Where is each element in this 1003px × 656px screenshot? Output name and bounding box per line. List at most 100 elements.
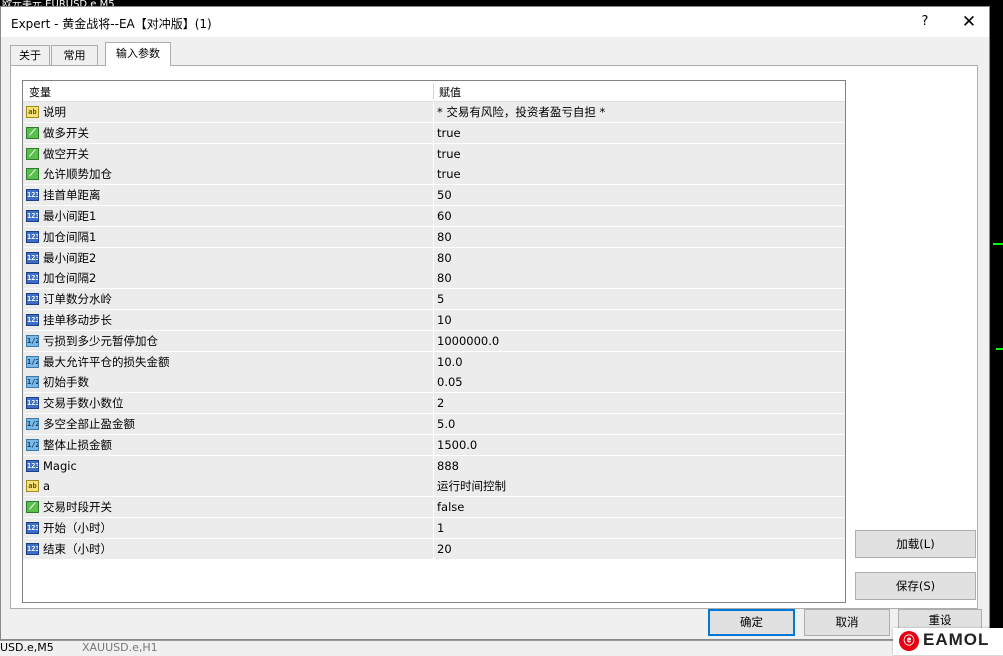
param-name-cell[interactable]: 123 挂首单距离	[23, 185, 433, 206]
param-row[interactable]: 123 加仓间隔1 80	[23, 226, 845, 248]
header-value[interactable]: 赋值	[439, 84, 461, 100]
param-row[interactable]: 123 最小间距2 80	[23, 247, 845, 269]
param-value-cell[interactable]: 10	[434, 309, 845, 330]
param-row[interactable]: 123 挂首单距离 50	[23, 185, 845, 206]
tab-common[interactable]: 常用	[51, 45, 98, 65]
cancel-button[interactable]: 取消	[804, 609, 890, 636]
param-value-cell[interactable]: false	[434, 497, 845, 518]
chart-tab-xauusd[interactable]: XAUUSD.e,H1	[82, 641, 158, 654]
param-row[interactable]: 123 加仓间隔2 80	[23, 268, 845, 290]
param-value-cell[interactable]: 运行时间控制	[434, 476, 845, 497]
param-name-cell[interactable]: 123 结束（小时）	[23, 538, 433, 559]
header-variable[interactable]: 变量	[29, 84, 51, 100]
param-name-cell[interactable]: 1/2 初始手数	[23, 372, 433, 393]
param-value-cell[interactable]: 80	[434, 226, 845, 247]
input-parameters-grid[interactable]: 变量 赋值 ab 说明 * 交易有风险，投资者盈亏自担 * ⟋ 做多开关 true ⟋ 做空开…	[22, 80, 846, 603]
param-value-cell[interactable]: 60	[434, 205, 845, 226]
param-value-cell[interactable]: 50	[434, 185, 845, 206]
param-value-cell[interactable]: 5.0	[434, 413, 845, 434]
param-value-cell[interactable]: 80	[434, 247, 845, 268]
param-row[interactable]: 123 开始（小时） 1	[23, 517, 845, 539]
param-value: 5	[437, 292, 445, 307]
param-name: a	[43, 479, 51, 494]
param-row[interactable]: ab a 运行时间控制	[23, 476, 845, 498]
param-row[interactable]: 1/2 多空全部止盈金额 5.0	[23, 413, 845, 435]
param-row[interactable]: 123 最小间距1 60	[23, 205, 845, 227]
param-value-cell[interactable]: 10.0	[434, 351, 845, 372]
eamol-logo: ⓔ EAMOL	[893, 628, 1003, 655]
help-button[interactable]: ?	[913, 11, 937, 33]
tab-about[interactable]: 关于	[10, 45, 50, 65]
param-value-cell[interactable]: 20	[434, 538, 845, 559]
int-param-icon: 123	[26, 251, 39, 264]
param-value: 运行时间控制	[437, 479, 506, 494]
param-name-cell[interactable]: 123 Magic	[23, 455, 433, 476]
param-value-cell[interactable]: true	[434, 143, 845, 164]
param-value-cell[interactable]: true	[434, 122, 845, 143]
param-name-cell[interactable]: ab 说明	[23, 102, 433, 122]
param-value: 888	[437, 458, 459, 473]
param-name-cell[interactable]: 1/2 亏损到多少元暂停加仓	[23, 330, 433, 351]
param-value-cell[interactable]: 1	[434, 517, 845, 538]
param-name-cell[interactable]: 123 最小间距1	[23, 205, 433, 226]
param-value-cell[interactable]: 888	[434, 455, 845, 476]
string-param-icon: ab	[26, 480, 39, 493]
param-row[interactable]: 1/2 亏损到多少元暂停加仓 1000000.0	[23, 330, 845, 352]
param-name-cell[interactable]: ⟋ 做多开关	[23, 122, 433, 143]
tab-inputs[interactable]: 输入参数	[105, 42, 171, 66]
param-row[interactable]: ⟋ 做空开关 true	[23, 143, 845, 165]
param-row[interactable]: 123 结束（小时） 20	[23, 538, 845, 560]
param-row[interactable]: ⟋ 允许顺势加仓 true	[23, 164, 845, 186]
param-name-cell[interactable]: 1/2 多空全部止盈金额	[23, 413, 433, 434]
int-param-icon: 123	[26, 230, 39, 243]
header-separator[interactable]	[433, 83, 434, 99]
bool-param-icon: ⟋	[26, 126, 39, 139]
param-value-cell[interactable]: 80	[434, 268, 845, 289]
param-row[interactable]: 123 挂单移动步长 10	[23, 309, 845, 331]
double-param-icon: 1/2	[26, 376, 39, 389]
param-value-cell[interactable]: 1000000.0	[434, 330, 845, 351]
param-row[interactable]: ab 说明 * 交易有风险，投资者盈亏自担 *	[23, 102, 845, 123]
param-name-cell[interactable]: ab a	[23, 476, 433, 497]
title-bar[interactable]: Expert - 黄金战将--EA【对冲版】(1) ? ✕	[1, 7, 989, 37]
param-value-cell[interactable]: 1500.0	[434, 434, 845, 455]
param-name: 交易时段开关	[43, 500, 112, 515]
param-name-cell[interactable]: 1/2 最大允许平仓的损失金额	[23, 351, 433, 372]
param-name-cell[interactable]: 1/2 整体止损金额	[23, 434, 433, 455]
param-value: true	[437, 125, 461, 140]
save-button[interactable]: 保存(S)	[855, 572, 976, 600]
param-row[interactable]: 123 交易手数小数位 2	[23, 393, 845, 414]
param-name-cell[interactable]: 123 挂单移动步长	[23, 309, 433, 330]
load-button[interactable]: 加载(L)	[855, 530, 976, 558]
param-value-cell[interactable]: true	[434, 164, 845, 185]
close-button[interactable]: ✕	[956, 10, 982, 34]
param-name-cell[interactable]: 123 交易手数小数位	[23, 393, 433, 414]
param-name-cell[interactable]: 123 加仓间隔2	[23, 268, 433, 289]
param-row[interactable]: ⟋ 交易时段开关 false	[23, 497, 845, 518]
int-param-icon: 123	[26, 397, 39, 410]
chart-tab-usd[interactable]: USD.e,M5	[0, 641, 54, 654]
param-name-cell[interactable]: 123 订单数分水岭	[23, 289, 433, 310]
param-row[interactable]: 1/2 整体止损金额 1500.0	[23, 434, 845, 456]
param-name-cell[interactable]: ⟋ 允许顺势加仓	[23, 164, 433, 185]
ok-button[interactable]: 确定	[708, 609, 795, 636]
param-value-cell[interactable]: 2	[434, 393, 845, 414]
param-name-cell[interactable]: ⟋ 做空开关	[23, 143, 433, 164]
param-value-cell[interactable]: * 交易有风险，投资者盈亏自担 *	[434, 102, 845, 122]
param-row[interactable]: 1/2 最大允许平仓的损失金额 10.0	[23, 351, 845, 373]
param-value: 80	[437, 229, 452, 244]
param-value-cell[interactable]: 0.05	[434, 372, 845, 393]
param-name-cell[interactable]: ⟋ 交易时段开关	[23, 497, 433, 518]
param-name-cell[interactable]: 123 加仓间隔1	[23, 226, 433, 247]
param-name: 开始（小时）	[43, 520, 112, 535]
param-name: 加仓间隔1	[43, 229, 97, 244]
param-row[interactable]: 123 Magic 888	[23, 455, 845, 477]
param-row[interactable]: 123 订单数分水岭 5	[23, 289, 845, 310]
param-row[interactable]: ⟋ 做多开关 true	[23, 122, 845, 144]
param-name-cell[interactable]: 123 开始（小时）	[23, 517, 433, 538]
param-value-cell[interactable]: 5	[434, 289, 845, 310]
bool-param-icon: ⟋	[26, 147, 39, 160]
param-name-cell[interactable]: 123 最小间距2	[23, 247, 433, 268]
param-value: 80	[437, 271, 452, 286]
param-row[interactable]: 1/2 初始手数 0.05	[23, 372, 845, 394]
